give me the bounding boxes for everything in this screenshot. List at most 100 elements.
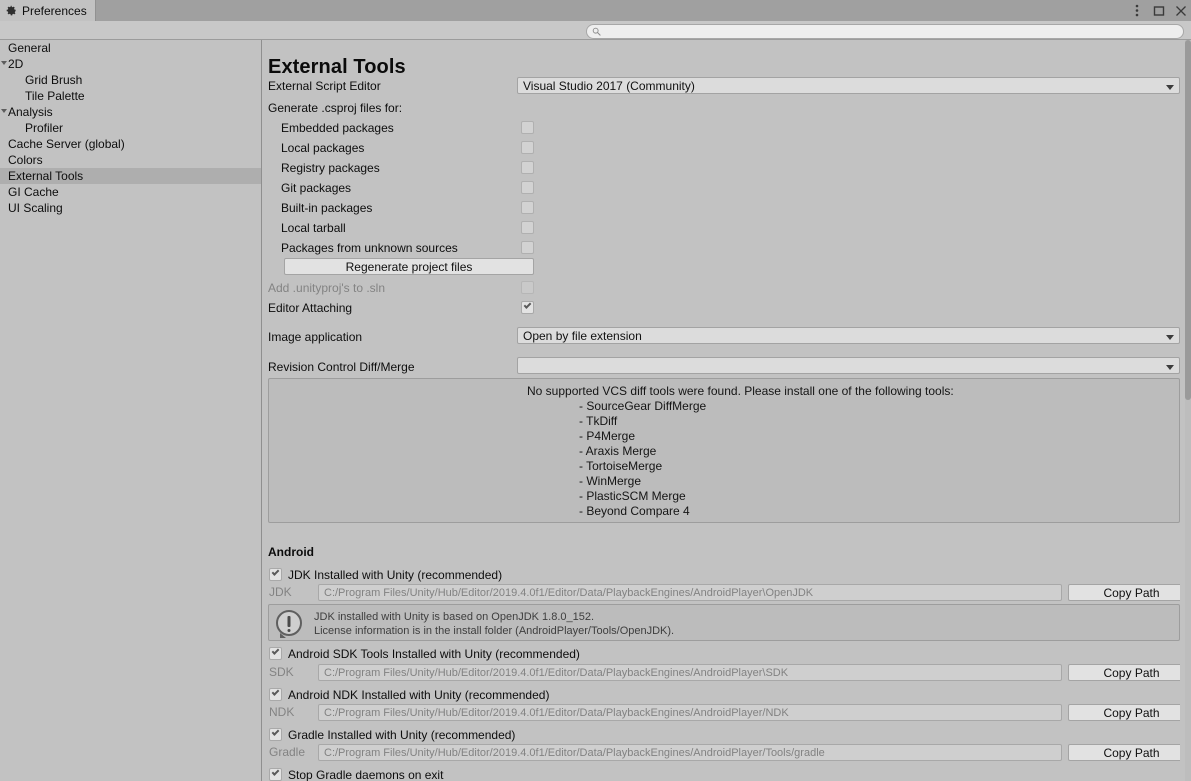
scrollbar-thumb[interactable] bbox=[1185, 40, 1191, 400]
csproj-option-label: Built-in packages bbox=[281, 201, 373, 215]
jdk-info-line1: JDK installed with Unity is based on Ope… bbox=[314, 611, 595, 623]
foldout-triangle-icon[interactable] bbox=[1, 109, 7, 113]
vcs-tool-item: - TortoiseMerge bbox=[579, 459, 663, 473]
revision-control-label: Revision Control Diff/Merge bbox=[268, 360, 415, 374]
image-application-label: Image application bbox=[268, 330, 363, 344]
chevron-down-icon bbox=[1166, 85, 1174, 90]
jdk-path-value: C:/Program Files/Unity/Hub/Editor/2019.4… bbox=[324, 586, 814, 599]
image-application-dropdown[interactable]: Open by file extension bbox=[517, 327, 1180, 344]
sidebar-item-profiler[interactable]: Profiler bbox=[0, 120, 261, 136]
chevron-down-icon bbox=[1166, 335, 1174, 340]
gradle-toggle-row: Gradle Installed with Unity (recommended… bbox=[263, 725, 1185, 745]
vcs-tool-item: - TkDiff bbox=[579, 414, 618, 428]
vcs-tool-item: - Araxis Merge bbox=[579, 444, 657, 458]
csproj-option-checkbox-registry-packages[interactable] bbox=[521, 161, 534, 174]
csproj-option-checkbox-packages-from-unknown-sources[interactable] bbox=[521, 241, 534, 254]
sdk-installed-checkbox[interactable] bbox=[269, 647, 282, 660]
regenerate-project-files-label: Regenerate project files bbox=[345, 259, 473, 274]
sidebar-item-analysis[interactable]: Analysis bbox=[0, 104, 261, 120]
sidebar-item-tile-palette[interactable]: Tile Palette bbox=[0, 88, 261, 104]
csproj-option-label: Local tarball bbox=[281, 221, 346, 235]
csproj-option-label: Git packages bbox=[281, 181, 352, 195]
sidebar-item-cache-server-global[interactable]: Cache Server (global) bbox=[0, 136, 261, 152]
checkmark-icon bbox=[271, 728, 280, 736]
gradle-installed-checkbox[interactable] bbox=[269, 728, 282, 741]
jdk-installed-checkbox[interactable] bbox=[269, 568, 282, 581]
kebab-menu-icon[interactable] bbox=[1130, 4, 1143, 17]
sidebar-item-general[interactable]: General bbox=[0, 40, 261, 56]
sidebar-item-colors[interactable]: Colors bbox=[0, 152, 261, 168]
ndk-installed-checkbox[interactable] bbox=[269, 688, 282, 701]
ndk-path-field: C:/Program Files/Unity/Hub/Editor/2019.4… bbox=[318, 704, 1062, 721]
jdk-copy-path-label: Copy Path bbox=[1103, 585, 1160, 600]
preferences-window: Preferences General 2D Grid Brush Tile Pale… bbox=[0, 0, 1191, 781]
editor-attaching-checkbox[interactable] bbox=[521, 301, 534, 314]
gradle-copy-path-label: Copy Path bbox=[1103, 745, 1160, 760]
search-input[interactable] bbox=[604, 24, 1164, 39]
vcs-tool-item: - P4Merge bbox=[579, 429, 636, 443]
stop-gradle-checkbox[interactable] bbox=[269, 768, 282, 781]
jdk-toggle-row: JDK Installed with Unity (recommended) bbox=[263, 565, 1185, 585]
regenerate-project-files-button[interactable]: Regenerate project files bbox=[284, 258, 534, 275]
sidebar-item-label: 2D bbox=[8, 57, 24, 71]
checkmark-icon bbox=[271, 688, 280, 696]
jdk-copy-path-button[interactable]: Copy Path bbox=[1068, 584, 1185, 601]
checkmark-icon bbox=[271, 768, 280, 776]
generate-csproj-label: Generate .csproj files for: bbox=[268, 101, 403, 115]
jdk-info-line2: License information is in the install fo… bbox=[314, 625, 675, 637]
gradle-path-field: C:/Program Files/Unity/Hub/Editor/2019.4… bbox=[318, 744, 1062, 761]
external-script-editor-label: External Script Editor bbox=[268, 79, 381, 93]
sidebar-item-label: Profiler bbox=[25, 121, 64, 135]
sidebar-item-label: GI Cache bbox=[8, 185, 59, 199]
sidebar-item-gi-cache[interactable]: GI Cache bbox=[0, 184, 261, 200]
add-unityproj-row: Add .unityproj's to .sln bbox=[263, 278, 1185, 298]
csproj-option-label: Embedded packages bbox=[281, 121, 394, 135]
csproj-option-row-registry-packages: Registry packages bbox=[263, 158, 1185, 178]
gradle-copy-path-button[interactable]: Copy Path bbox=[1068, 744, 1185, 761]
external-script-editor-value: Visual Studio 2017 (Community) bbox=[523, 78, 695, 93]
gradle-path-row: Gradle C:/Program Files/Unity/Hub/Editor… bbox=[263, 744, 1185, 764]
sidebar-item-label: Colors bbox=[8, 153, 43, 167]
add-unityproj-label: Add .unityproj's to .sln bbox=[268, 281, 386, 295]
search-icon bbox=[592, 27, 601, 36]
ndk-installed-label: Android NDK Installed with Unity (recomm… bbox=[288, 688, 550, 702]
sidebar-item-label: Grid Brush bbox=[25, 73, 83, 87]
sidebar-item-external-tools[interactable]: External Tools bbox=[0, 168, 261, 184]
ndk-path-label: NDK bbox=[269, 705, 295, 719]
settings-main-panel: External Tools External Script Editor Vi… bbox=[263, 40, 1185, 781]
revision-control-dropdown[interactable] bbox=[517, 357, 1180, 374]
csproj-option-checkbox-built-in-packages[interactable] bbox=[521, 201, 534, 214]
csproj-option-checkbox-local-packages[interactable] bbox=[521, 141, 534, 154]
search-field[interactable] bbox=[586, 24, 1184, 39]
stop-gradle-label: Stop Gradle daemons on exit bbox=[288, 768, 444, 781]
jdk-path-field: C:/Program Files/Unity/Hub/Editor/2019.4… bbox=[318, 584, 1062, 601]
settings-sidebar[interactable]: General 2D Grid Brush Tile Palette Analysis P… bbox=[0, 40, 262, 781]
ndk-copy-path-button[interactable]: Copy Path bbox=[1068, 704, 1185, 721]
sdk-path-label: SDK bbox=[269, 665, 294, 679]
csproj-option-checkbox-embedded-packages[interactable] bbox=[521, 121, 534, 134]
jdk-path-row: JDK C:/Program Files/Unity/Hub/Editor/20… bbox=[263, 584, 1185, 604]
tab-label: Preferences bbox=[22, 3, 87, 18]
csproj-option-checkbox-git-packages[interactable] bbox=[521, 181, 534, 194]
foldout-triangle-icon[interactable] bbox=[1, 61, 7, 65]
csproj-option-row-packages-from-unknown-sources: Packages from unknown sources bbox=[263, 238, 1185, 258]
regenerate-row: Regenerate project files bbox=[263, 258, 1185, 278]
checkmark-icon bbox=[523, 301, 532, 309]
sidebar-item-2d[interactable]: 2D bbox=[0, 56, 261, 72]
sidebar-item-ui-scaling[interactable]: UI Scaling bbox=[0, 200, 261, 216]
vcs-tool-item: - PlasticSCM Merge bbox=[579, 489, 686, 503]
ndk-copy-path-label: Copy Path bbox=[1103, 705, 1160, 720]
window-controls bbox=[1130, 0, 1187, 21]
tab-preferences[interactable]: Preferences bbox=[0, 0, 96, 21]
ndk-toggle-row: Android NDK Installed with Unity (recomm… bbox=[263, 685, 1185, 705]
maximize-icon[interactable] bbox=[1152, 4, 1165, 17]
csproj-option-label: Local packages bbox=[281, 141, 365, 155]
search-toolbar bbox=[0, 21, 1191, 40]
main-vertical-scrollbar[interactable] bbox=[1185, 40, 1191, 781]
sdk-installed-label: Android SDK Tools Installed with Unity (… bbox=[288, 647, 580, 661]
close-icon[interactable] bbox=[1174, 4, 1187, 17]
csproj-option-checkbox-local-tarball[interactable] bbox=[521, 221, 534, 234]
sdk-copy-path-button[interactable]: Copy Path bbox=[1068, 664, 1185, 681]
external-script-editor-dropdown[interactable]: Visual Studio 2017 (Community) bbox=[517, 77, 1180, 94]
sidebar-item-grid-brush[interactable]: Grid Brush bbox=[0, 72, 261, 88]
